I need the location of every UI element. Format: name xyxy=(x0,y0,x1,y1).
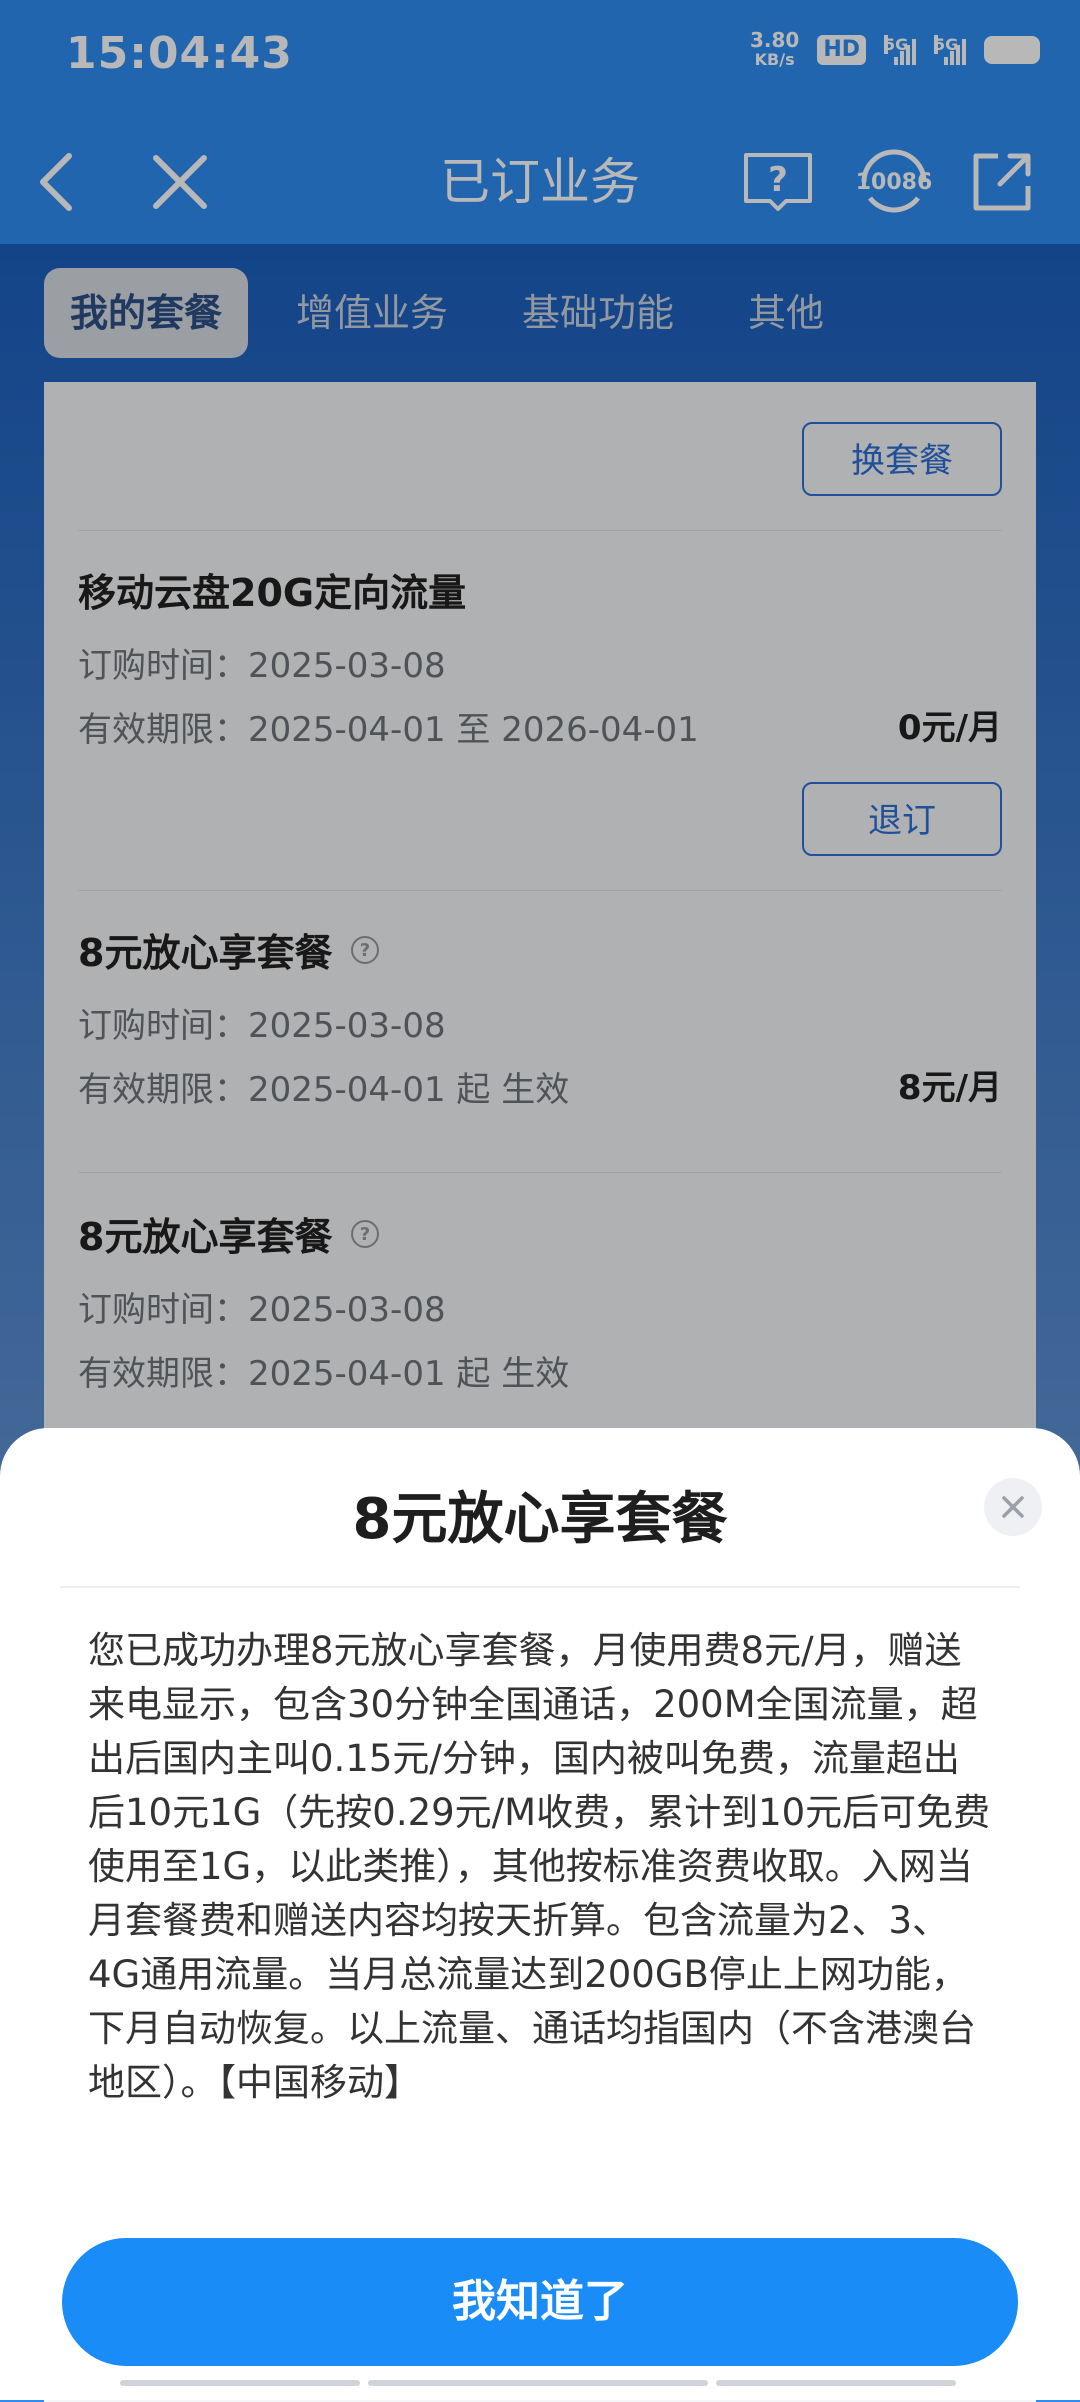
close-icon xyxy=(1002,1496,1024,1518)
home-indicator xyxy=(120,2380,956,2386)
sheet-close-button[interactable] xyxy=(984,1478,1042,1536)
plan-description: 您已成功办理8元放心享套餐，月使用费8元/月，赠送来电显示，包含30分钟全国通话… xyxy=(88,1629,991,2104)
acknowledge-button[interactable]: 我知道了 xyxy=(62,2238,1018,2366)
plan-detail-sheet: 8元放心享套餐 您已成功办理8元放心享套餐，月使用费8元/月，赠送来电显示，包含… xyxy=(0,1428,1080,2400)
sheet-title: 8元放心享套餐 xyxy=(352,1487,728,1552)
divider xyxy=(60,1586,1020,1588)
